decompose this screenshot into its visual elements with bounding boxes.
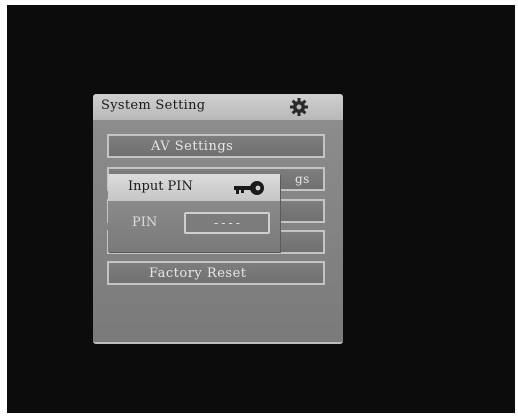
menu-item-av-settings[interactable]: AV Settings <box>107 134 325 158</box>
tv-screen: System Setting AV Settings gs Factory Re… <box>7 5 515 413</box>
input-pin-dialog: Input PIN PIN ---- <box>108 174 280 252</box>
pin-dialog-body: PIN ---- <box>108 201 280 252</box>
pin-dialog-title: Input PIN <box>128 179 193 194</box>
pin-dialog-header: Input PIN <box>108 174 280 201</box>
menu-title: System Setting <box>101 98 206 113</box>
menu-header: System Setting <box>93 94 343 120</box>
menu-item-partial-label: gs <box>295 172 310 186</box>
menu-item-factory-reset[interactable]: Factory Reset <box>107 261 325 285</box>
key-icon <box>234 181 264 195</box>
pin-field-label: PIN <box>132 215 158 230</box>
gear-icon <box>290 98 308 116</box>
menu-item-label: AV Settings <box>151 139 234 154</box>
menu-item-label: Factory Reset <box>149 266 247 281</box>
pin-input[interactable]: ---- <box>184 212 270 234</box>
